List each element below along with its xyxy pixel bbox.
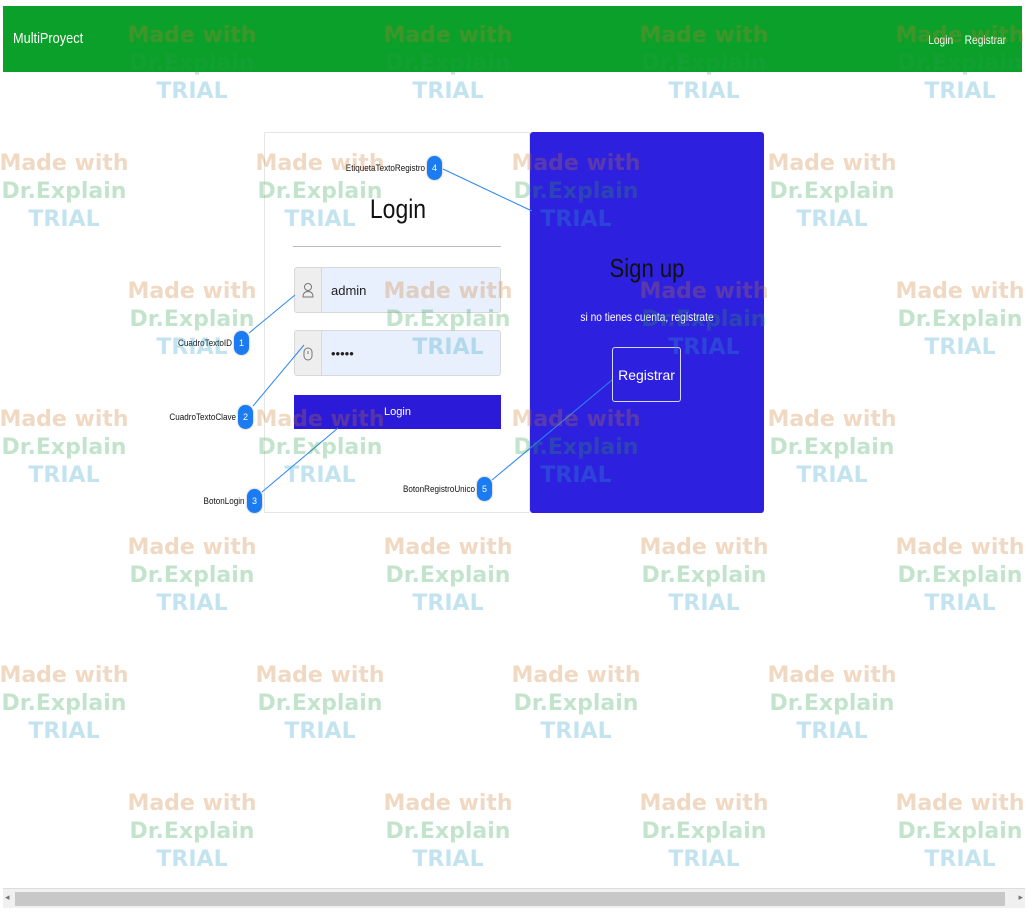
watermark: Made with Dr.Explain TRIAL [639,535,769,616]
watermark: Made with Dr.Explain TRIAL [383,535,513,616]
watermark: Made with Dr.Explain TRIAL [255,663,385,744]
register-button[interactable]: Registrar [612,347,681,402]
password-input[interactable] [323,331,500,375]
watermark: Made with Dr.Explain TRIAL [0,407,129,488]
watermark: Made with Dr.Explain TRIAL [0,663,129,744]
callout-label: BotonLogin [204,496,245,506]
watermark: Made with Dr.Explain TRIAL [767,407,897,488]
signup-panel: Sign up si no tienes cuenta, registrate … [530,132,764,513]
username-input-group [294,267,501,313]
login-card: Login Login [264,132,530,513]
watermark: Made with Dr.Explain TRIAL [127,535,257,616]
watermark: Made with Dr.Explain TRIAL [511,663,641,744]
watermark: Made with Dr.Explain TRIAL [895,279,1025,360]
lock-icon [295,331,322,375]
nav-links: Login Registrar [926,33,1010,47]
user-icon [295,268,322,312]
watermark: Made with Dr.Explain TRIAL [895,535,1025,616]
nav-login-link[interactable]: Login [928,33,953,47]
login-title: Login [369,194,427,224]
watermark: Made with Dr.Explain TRIAL [767,151,897,232]
signup-title: Sign up [609,253,685,283]
callout-badge: 1 [234,331,249,355]
password-input-group [294,330,501,376]
top-navbar: MultiProyect Login Registrar [3,6,1022,72]
callout-badge: 5 [477,477,492,501]
scrollbar-thumb[interactable] [15,892,1005,906]
divider [293,246,501,247]
callout-badge: 2 [238,405,253,429]
horizontal-scrollbar[interactable]: ◂ ▸ [3,888,1025,908]
nav-register-link[interactable]: Registrar [965,33,1006,47]
scroll-left-icon[interactable]: ◂ [5,892,10,903]
login-button[interactable]: Login [294,395,501,429]
watermark: Made with Dr.Explain TRIAL [0,151,129,232]
callout-badge: 3 [247,489,262,513]
username-input[interactable] [323,268,500,312]
watermark: Made with Dr.Explain TRIAL [383,791,513,872]
watermark: Made with Dr.Explain TRIAL [127,791,257,872]
callout-badge: 4 [427,156,442,180]
scroll-right-icon[interactable]: ▸ [1018,892,1023,903]
brand-title[interactable]: MultiProyect [13,30,83,47]
callout-label: CuadroTextoClave [169,412,236,422]
watermark: Made with Dr.Explain TRIAL [767,663,897,744]
watermark: Made with Dr.Explain TRIAL [895,791,1025,872]
signup-text: si no tienes cuenta, registrate [580,310,714,324]
watermark: Made with Dr.Explain TRIAL [639,791,769,872]
callout-label: CuadroTextoID [177,338,232,348]
callout-label: EtiquetaTextoRegistro [345,163,425,173]
callout-label: BotonRegistroUnico [402,484,475,494]
